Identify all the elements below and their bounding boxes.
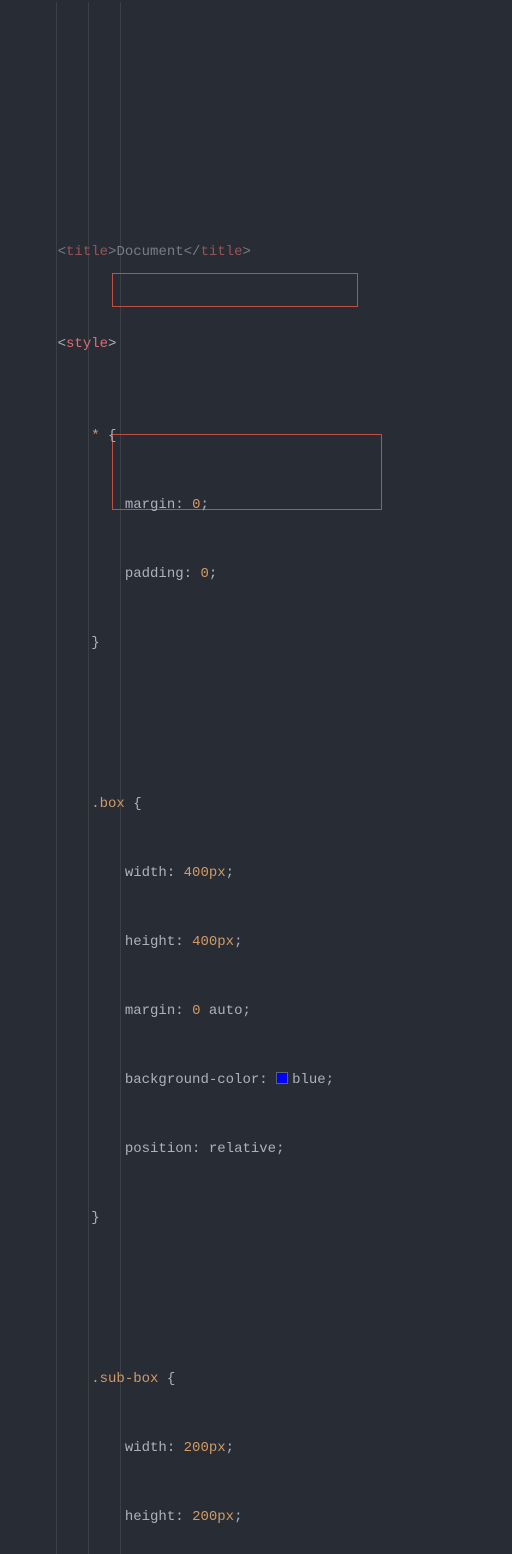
- code-line: <title>Document</title>: [0, 241, 512, 264]
- code-line: * {: [0, 425, 512, 448]
- code-line: height: 400px;: [0, 931, 512, 954]
- code-line: margin: 0 auto;: [0, 1000, 512, 1023]
- code-line: [0, 1276, 512, 1299]
- code-line: .sub-box {: [0, 1368, 512, 1391]
- code-line: <style>: [0, 333, 512, 356]
- code-line: padding: 0;: [0, 563, 512, 586]
- indent-guide: [120, 2, 121, 1554]
- code-line: background-color: blue;: [0, 1069, 512, 1092]
- code-line: .box {: [0, 793, 512, 816]
- code-line: position: relative;: [0, 1138, 512, 1161]
- code-editor[interactable]: <title>Document</title> <style> * { marg…: [0, 2, 512, 1554]
- code-line: margin: 0;: [0, 494, 512, 517]
- code-line: [0, 701, 512, 724]
- annotation-box: [112, 273, 358, 307]
- code-line: height: 200px;: [0, 1506, 512, 1529]
- color-swatch-icon: [276, 1072, 288, 1084]
- code-line: }: [0, 632, 512, 655]
- code-line: width: 400px;: [0, 862, 512, 885]
- indent-guide: [56, 2, 57, 1554]
- indent-guide: [88, 2, 89, 1554]
- code-line: }: [0, 1207, 512, 1230]
- code-line: width: 200px;: [0, 1437, 512, 1460]
